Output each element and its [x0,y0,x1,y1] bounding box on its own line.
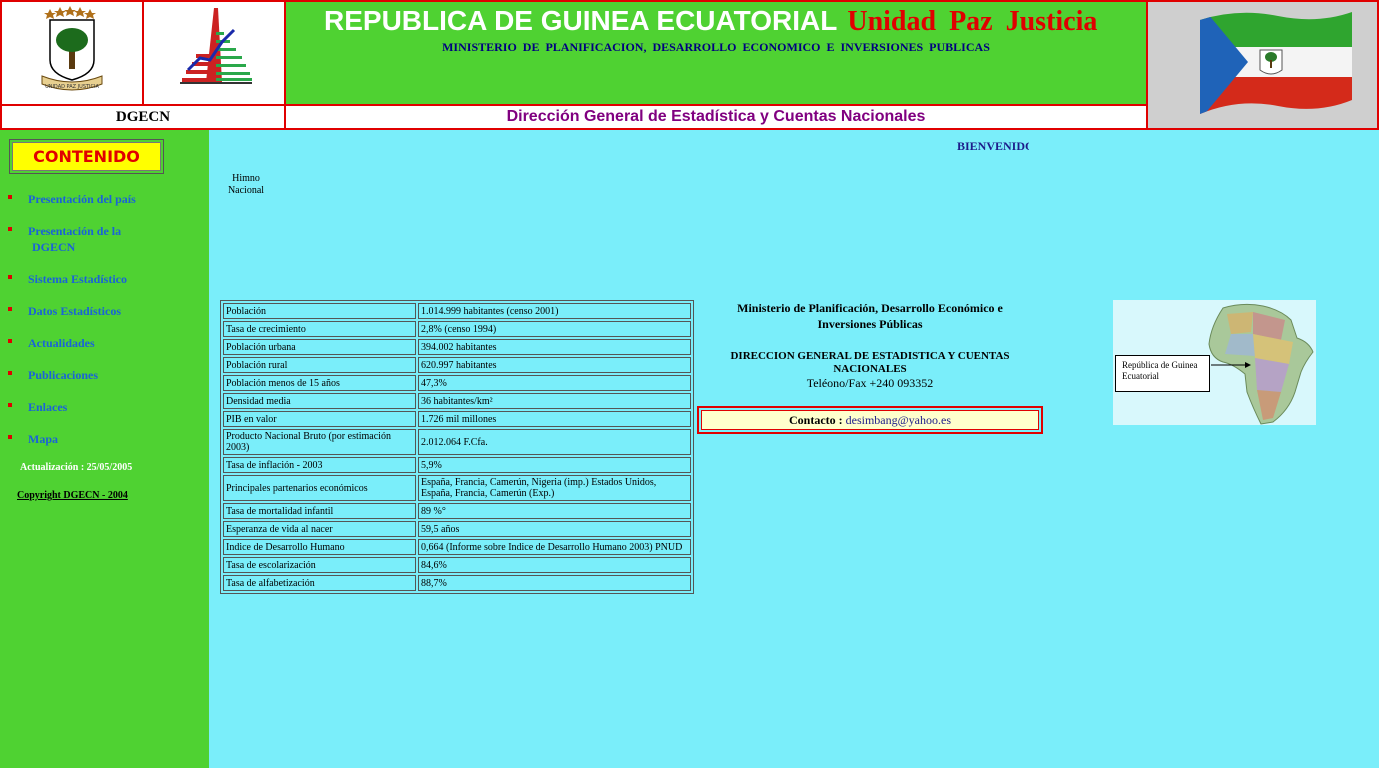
table-row: Tasa de alfabetización 88,7% [223,575,691,591]
copyright-link[interactable]: Copyright DGECN - 2004 [17,490,128,501]
stat-value: 2.012.064 F.Cfa. [418,429,691,455]
ministry-name: Ministerio de Planificación, Desarrollo … [737,301,1003,331]
phone-fax: Teléono/Fax +240 093352 [806,376,934,390]
national-motto: Unidad Paz Justicia [847,6,1098,37]
bullet-icon [8,403,12,407]
table-row: Población urbana 394.002 habitantes [223,339,691,355]
bullet-icon [8,195,12,199]
stat-value: 394.002 habitantes [418,339,691,355]
stat-value: 84,6% [418,557,691,573]
stat-value: 0,664 (Informe sobre Indice de Desarroll… [418,539,691,555]
table-row: Tasa de escolarización 84,6% [223,557,691,573]
stat-label: Principales partenarios económicos [223,475,416,501]
contact-label: Contacto : [788,413,846,427]
stat-label: Esperanza de vida al nacer [223,521,416,537]
coat-of-arms-icon: UNIDAD PAZ JUSTICIA [41,6,103,91]
table-row: Población rural 620.997 habitantes [223,357,691,373]
stat-label: Población [223,303,416,319]
table-row: Tasa de mortalidad infantil 89 %° [223,503,691,519]
dgecn-uppercase-name: DIRECCION GENERAL DE ESTADISTICA Y CUENT… [730,350,1010,375]
table-row: Población 1.014.999 habitantes (censo 200… [223,303,691,319]
table-row: Densidad media 36 habitantes/km² [223,393,691,409]
table-row: PIB en valor 1.726 mil millones [223,411,691,427]
sidebar-item-label-line2[interactable]: DGECN [32,239,75,255]
bullet-icon [8,339,12,343]
page-header: UNIDAD PAZ JUSTICIA REPUBLICA DE GUINEA … [0,0,1379,130]
anthem-link[interactable]: Himno Nacional [226,173,266,197]
coat-of-arms-cell: UNIDAD PAZ JUSTICIA [0,0,144,106]
stat-value: 620.997 habitantes [418,357,691,373]
stat-value: 36 habitantes/km² [418,393,691,409]
contents-title: CONTENIDO [12,142,161,171]
coat-motto-text: UNIDAD PAZ JUSTICIA [45,84,99,90]
contact-box: Contacto : desimbang@yahoo.es [697,406,1043,434]
welcome-marquee: BIENVENIDOS [957,139,1029,153]
stat-label: PIB en valor [223,411,416,427]
sidebar-item-label[interactable]: Sistema Estadístico [28,271,127,287]
stat-label: Tasa de mortalidad infantil [223,503,416,519]
sidebar-item-label[interactable]: Enlaces [28,399,67,415]
flag-cell [1146,0,1379,130]
last-update: Actualización : 25/05/2005 [20,462,133,473]
sidebar-item-label[interactable]: Publicaciones [28,367,98,383]
stat-value: 89 %° [418,503,691,519]
stat-label: Tasa de crecimiento [223,321,416,337]
sidebar-item-label[interactable]: Actualidades [28,335,95,351]
stat-label: Tasa de alfabetización [223,575,416,591]
table-row: Esperanza de vida al nacer 59,5 años [223,521,691,537]
country-stats-table: Población 1.014.999 habitantes (censo 200… [220,300,694,594]
table-row: Tasa de crecimiento 2,8% (censo 1994) [223,321,691,337]
country-name: REPUBLICA DE GUINEA ECUATORIAL [324,5,838,36]
stat-value: 2,8% (censo 1994) [418,321,691,337]
stat-value: 88,7% [418,575,691,591]
dgecn-full-cell: Dirección General de Estadística y Cuent… [284,104,1148,130]
stat-value: 1.014.999 habitantes (censo 2001) [418,303,691,319]
table-row: Tasa de inflación - 2003 5,9% [223,457,691,473]
dgecn-acronym: DGECN [115,109,171,125]
bullet-icon [8,371,12,375]
contact-line: Contacto : desimbang@yahoo.es [701,410,1039,430]
contents-header-box: CONTENIDO [9,139,164,174]
contact-email-link[interactable]: desimbang@yahoo.es [846,413,951,427]
stat-label: Tasa de inflación - 2003 [223,457,416,473]
bullet-icon [8,275,12,279]
dgecn-logo-icon [180,8,252,84]
title-line: REPUBLICA DE GUINEA ECUATORIAL Unidad Paz… [324,5,1097,38]
table-row: Producto Nacional Bruto (por estimación … [223,429,691,455]
stat-label: Población rural [223,357,416,373]
stat-value: España, Francia, Camerún, Nigeria (imp.)… [418,475,691,501]
stat-value: 5,9% [418,457,691,473]
ministry-info: Ministerio de Planificación, Desarrollo … [710,300,1030,390]
table-row: Población menos de 15 años 47,3% [223,375,691,391]
bullet-icon [8,227,12,231]
sidebar-item-label[interactable]: Presentación del país [28,191,136,207]
stat-value: 59,5 años [418,521,691,537]
africa-map-image[interactable]: República de Guinea Ecuatorial [1113,300,1316,425]
ministry-title: MINISTERIO DE PLANIFICACION, DESARROLLO … [442,40,990,54]
map-label: República de Guinea Ecuatorial [1115,355,1210,392]
stat-label: Población urbana [223,339,416,355]
bullet-icon [8,307,12,311]
stat-label: Indice de Desarrollo Humano [223,539,416,555]
dgecn-short-cell: DGECN [0,104,286,130]
table-row: Principales partenarios económicos España… [223,475,691,501]
stat-label: Tasa de escolarización [223,557,416,573]
flag-icon [1200,12,1352,114]
title-cell: REPUBLICA DE GUINEA ECUATORIAL Unidad Paz… [284,0,1148,106]
sidebar: CONTENIDO Presentación del país Presenta… [0,130,209,768]
stat-label: Población menos de 15 años [223,375,416,391]
table-row: Indice de Desarrollo Humano 0,664 (Inform… [223,539,691,555]
dgecn-full-name: Dirección General de Estadística y Cuent… [506,108,926,125]
sidebar-item-label[interactable]: Presentación de la [28,223,121,239]
stats-body: Población 1.014.999 habitantes (censo 200… [223,303,691,591]
sidebar-item-label[interactable]: Mapa [28,431,58,447]
stat-label: Producto Nacional Bruto (por estimación … [223,429,416,455]
stat-label: Densidad media [223,393,416,409]
stat-value: 47,3% [418,375,691,391]
dgecn-logo-cell [142,0,286,106]
sidebar-item-label[interactable]: Datos Estadísticos [28,303,121,319]
stat-value: 1.726 mil millones [418,411,691,427]
bullet-icon [8,435,12,439]
